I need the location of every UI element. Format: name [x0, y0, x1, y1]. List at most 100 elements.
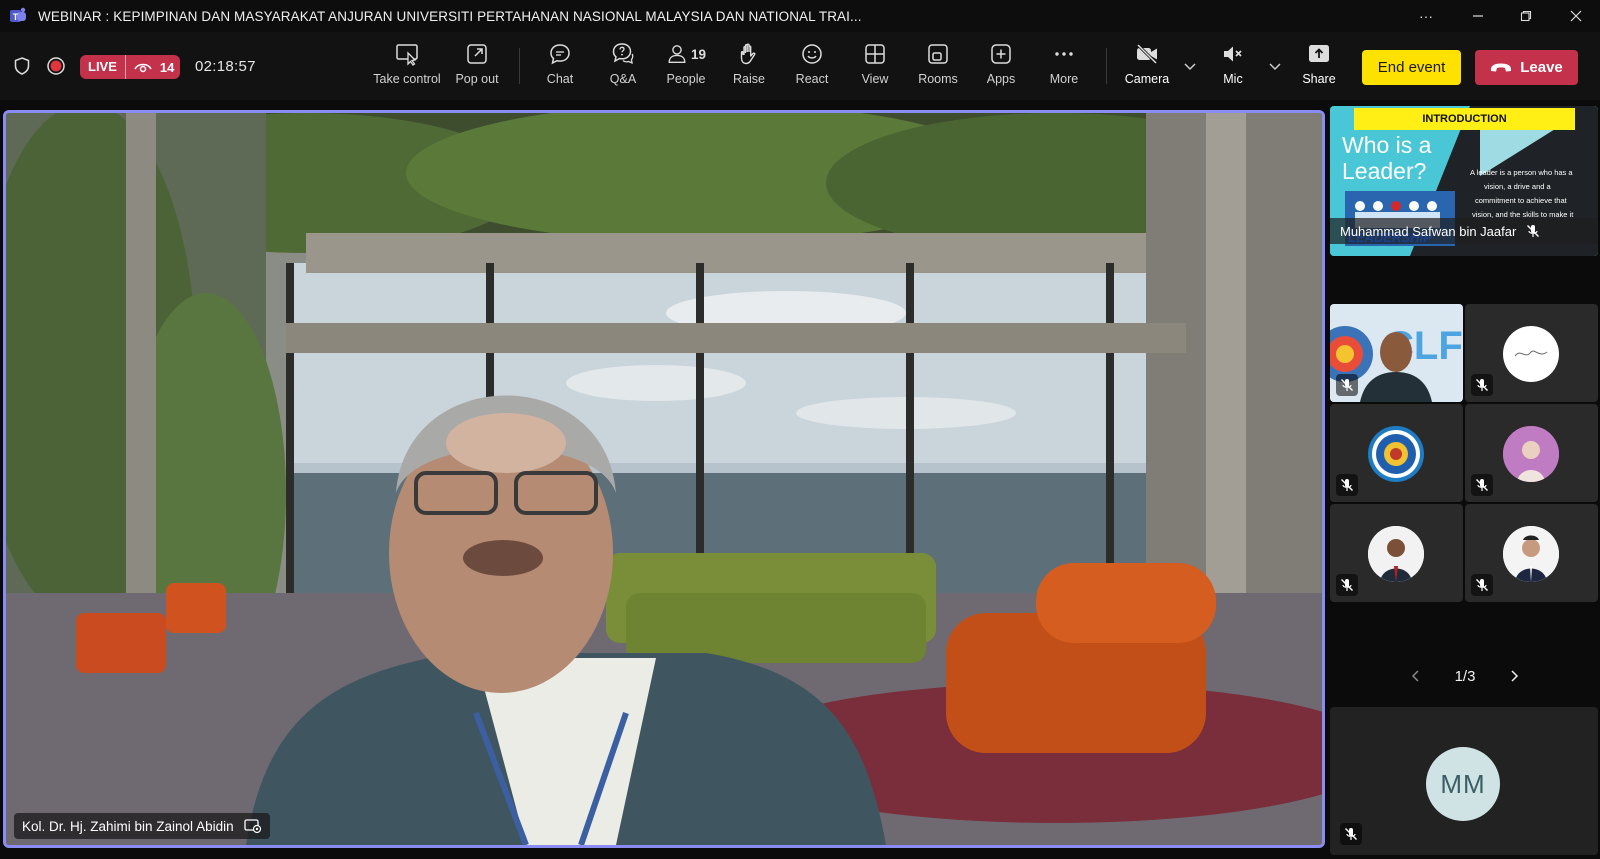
participant-tile[interactable]	[1330, 404, 1463, 502]
end-event-button[interactable]: End event	[1362, 50, 1461, 85]
take-control-button[interactable]: Take control	[371, 42, 443, 86]
mute-indicator	[1340, 823, 1362, 845]
chevron-right-icon[interactable]	[1508, 669, 1520, 683]
speaker-name-tag: Kol. Dr. Hj. Zahimi bin Zainol Abidin	[14, 813, 270, 839]
live-viewers-badge[interactable]: LIVE 14	[80, 55, 180, 79]
recording-icon[interactable]	[46, 56, 66, 76]
shield-icon[interactable]	[12, 56, 32, 76]
mic-muted-icon	[1224, 46, 1242, 62]
rooms-button[interactable]: Rooms	[902, 42, 974, 86]
speaker-video-frame	[6, 113, 1322, 845]
mic-off-icon	[1476, 579, 1488, 591]
minimize-button[interactable]	[1456, 0, 1500, 32]
viewer-count: 14	[159, 59, 175, 75]
mute-indicator	[1336, 574, 1358, 596]
react-label: React	[795, 72, 829, 86]
person-photo-icon	[1503, 426, 1559, 482]
share-button[interactable]: Share	[1283, 42, 1355, 86]
meeting-timer: 02:18:57	[195, 58, 256, 75]
take-control-label: Take control	[373, 72, 441, 86]
more-dots-icon: ···	[1419, 8, 1433, 24]
avatar	[1503, 326, 1559, 382]
leave-label: Leave	[1520, 59, 1563, 76]
mic-off-icon	[1341, 579, 1353, 591]
mute-indicator	[1471, 474, 1493, 496]
avatar	[1503, 426, 1559, 482]
view-grid-icon	[865, 44, 885, 64]
mic-off-icon	[1527, 225, 1540, 237]
person-photo-icon	[1503, 526, 1559, 582]
participant-tile[interactable]	[1465, 504, 1598, 602]
slide-heading-line2: Leader?	[1342, 158, 1427, 184]
eye-icon	[134, 63, 152, 73]
camera-options-chevron-icon[interactable]	[1183, 62, 1197, 72]
window-title: WEBINAR : KEPIMPINAN DAN MASYARAKAT ANJU…	[38, 8, 862, 24]
participant-tile[interactable]: CLF	[1330, 304, 1463, 402]
minimize-icon	[1473, 15, 1483, 17]
presenter-name-tag: Muhammad Safwan bin Jaafar	[1340, 220, 1540, 242]
restore-button[interactable]	[1504, 0, 1548, 32]
react-button[interactable]: React	[776, 42, 848, 86]
raise-hand-icon	[740, 43, 756, 65]
rooms-label: Rooms	[918, 72, 958, 86]
participant-tile[interactable]	[1330, 504, 1463, 602]
mic-label: Mic	[1223, 72, 1243, 86]
avatar	[1503, 526, 1559, 582]
avatar-initials: MM	[1426, 747, 1500, 821]
share-upload-icon	[1309, 45, 1329, 62]
qa-label: Q&A	[609, 72, 637, 86]
raise-hand-button[interactable]: Raise	[713, 42, 785, 86]
camera-off-icon	[1136, 43, 1158, 65]
mute-indicator	[1336, 374, 1358, 396]
raise-label: Raise	[733, 72, 765, 86]
participant-tile[interactable]: MM	[1330, 707, 1598, 855]
hang-up-phone-icon	[1491, 63, 1512, 71]
close-window-button[interactable]	[1554, 0, 1598, 32]
mic-options-chevron-icon[interactable]	[1268, 62, 1282, 72]
avatar	[1368, 426, 1424, 482]
slide-body-line4: vision, and the skills to make it	[1472, 210, 1574, 219]
more-label: More	[1049, 72, 1079, 86]
smiley-icon	[802, 44, 822, 64]
teams-logo-icon: T	[10, 7, 26, 22]
slide-banner: INTRODUCTION	[1354, 108, 1575, 130]
speaker-name: Kol. Dr. Hj. Zahimi bin Zainol Abidin	[22, 818, 234, 834]
participant-tile[interactable]	[1465, 404, 1598, 502]
share-label: Share	[1302, 72, 1336, 86]
signature-logo-icon	[1514, 350, 1548, 357]
more-horizontal-icon	[1055, 52, 1073, 56]
take-control-icon	[396, 44, 418, 66]
participant-tile[interactable]	[1465, 304, 1598, 402]
pop-out-button[interactable]: Pop out	[441, 42, 513, 86]
mic-button[interactable]: Mic	[1197, 42, 1269, 86]
camera-button[interactable]: Camera	[1111, 42, 1183, 86]
apps-button[interactable]: Apps	[965, 42, 1037, 86]
mute-indicator	[1471, 374, 1493, 396]
camera-label: Camera	[1124, 72, 1170, 86]
restore-icon	[1520, 10, 1532, 22]
main-speaker-video[interactable]: Kol. Dr. Hj. Zahimi bin Zainol Abidin	[3, 110, 1325, 848]
mic-off-icon	[1341, 479, 1353, 491]
leave-button[interactable]: Leave	[1475, 50, 1578, 85]
title-bar: T WEBINAR : KEPIMPINAN DAN MASYARAKAT AN…	[0, 0, 1600, 32]
view-button[interactable]: View	[839, 42, 911, 86]
svg-text:T: T	[13, 12, 19, 22]
view-label: View	[861, 72, 889, 86]
apps-label: Apps	[986, 72, 1016, 86]
more-button[interactable]: More	[1028, 42, 1100, 86]
qa-button[interactable]: Q&A	[587, 42, 659, 86]
chat-button[interactable]: Chat	[524, 42, 596, 86]
window-more-button[interactable]: ···	[1404, 0, 1448, 32]
pop-out-icon	[467, 44, 487, 64]
slide-body-line3: commitment to achieve that	[1475, 196, 1567, 205]
presenter-name: Muhammad Safwan bin Jaafar	[1340, 223, 1517, 239]
avatar	[1368, 526, 1424, 582]
shared-content-tile[interactable]: INTRODUCTION Who is a Leader? A leader i…	[1330, 106, 1598, 256]
mic-off-icon	[1345, 828, 1357, 840]
people-button[interactable]: 19 People	[650, 42, 722, 86]
emblem-icon	[1372, 430, 1420, 478]
mute-indicator	[1471, 574, 1493, 596]
chevron-left-icon[interactable]	[1410, 669, 1422, 683]
apps-plus-icon	[991, 44, 1011, 64]
rooms-icon	[928, 44, 948, 64]
